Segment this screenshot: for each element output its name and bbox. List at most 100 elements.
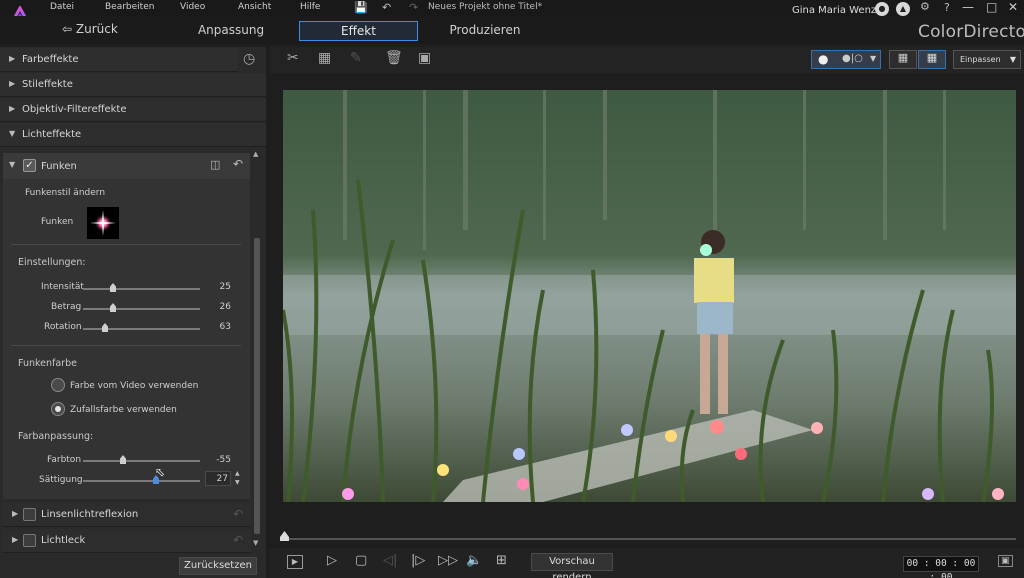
funken-effect-panel: ▼ ✓ Funken ◫ ↶ Funkenstil ändern Funken …: [3, 153, 250, 499]
tab-produzieren[interactable]: Produzieren: [444, 21, 526, 41]
category-objektiv-filtereffekte[interactable]: ▶ Objektiv-Filtereffekte: [0, 98, 266, 122]
radio-random-color[interactable]: [51, 402, 65, 416]
effect-help-icon[interactable]: ◫: [210, 158, 220, 171]
tab-effekt[interactable]: Effekt: [299, 21, 418, 41]
playhead-handle[interactable]: [280, 531, 289, 541]
preview-window-icon[interactable]: ▶: [287, 555, 303, 569]
undo-icon[interactable]: ↶: [382, 1, 391, 14]
slider-label-betrag: Betrag: [51, 302, 82, 312]
lichtleck-checkbox[interactable]: [23, 534, 36, 547]
stop-icon[interactable]: ▢: [355, 553, 367, 568]
spin-down-icon[interactable]: ▼: [235, 479, 240, 486]
crop-icon[interactable]: ▣: [418, 50, 431, 66]
style-label: Funken: [41, 217, 74, 227]
before-image-icon[interactable]: ▦: [889, 50, 917, 69]
play-icon[interactable]: ▷: [327, 553, 337, 568]
compare-view-toggle[interactable]: ● ●|○ ▼: [811, 50, 881, 69]
scissors-icon[interactable]: ✂: [287, 50, 299, 66]
expand-arrow-icon: ▶: [12, 509, 19, 518]
misty-lake: [283, 275, 1016, 335]
after-image-icon[interactable]: ▦: [918, 50, 946, 69]
timeline-track[interactable]: [282, 538, 1016, 540]
collapse-arrow-icon: ▼: [9, 129, 16, 138]
brand-name: ColorDirector: [918, 22, 1024, 42]
divider: [11, 244, 241, 245]
style-title: Funkenstil ändern: [25, 188, 106, 198]
single-view-icon[interactable]: ●: [818, 52, 828, 66]
linsenlichtreflexion-checkbox[interactable]: [23, 508, 36, 521]
trash-icon[interactable]: 🗑: [385, 50, 403, 66]
category-farbeffekte[interactable]: ▶ Farbeffekte: [0, 48, 238, 72]
display-mode-icon[interactable]: ▣: [998, 555, 1013, 567]
category-stileffekte[interactable]: ▶ Stileffekte: [0, 73, 266, 97]
intensitaet-slider-thumb[interactable]: [110, 283, 116, 292]
account-icon[interactable]: ●: [875, 2, 889, 16]
intensitaet-value: 25: [219, 282, 231, 292]
settings-gear-icon[interactable]: ⚙: [920, 0, 930, 13]
rotation-slider-thumb[interactable]: [102, 323, 108, 332]
app-window: Datei Bearbeiten Video Ansicht Hilfe 💾 ↶…: [0, 0, 1024, 578]
effect-lichtleck[interactable]: ▶ Lichtleck ↶: [3, 529, 251, 553]
reset-button[interactable]: Zurücksetzen: [179, 557, 257, 575]
scroll-up-icon[interactable]: ▲: [253, 150, 258, 158]
split-icon[interactable]: ▦: [318, 50, 331, 66]
effect-reset-icon[interactable]: ↶: [233, 507, 243, 521]
back-button[interactable]: ⇦ Zurück: [62, 22, 118, 36]
saettigung-slider[interactable]: [83, 480, 200, 482]
radio-video-color[interactable]: [51, 378, 65, 392]
farbton-slider[interactable]: [83, 460, 200, 462]
view-dropdown-icon[interactable]: ▼: [870, 54, 876, 63]
timecode-display: 00 : 00 : 00 : 00: [903, 556, 979, 578]
project-title: Neues Projekt ohne Titel*: [428, 2, 543, 12]
menu-ansicht[interactable]: Ansicht: [238, 2, 271, 12]
scroll-down-icon[interactable]: ▼: [253, 539, 258, 547]
previous-frame-icon[interactable]: ◁|: [383, 553, 397, 568]
collapse-arrow-icon[interactable]: ▼: [9, 160, 15, 169]
funken-header: ▼ ✓ Funken ◫ ↶: [3, 153, 250, 179]
expand-arrow-icon: ▶: [9, 79, 16, 88]
minimize-icon[interactable]: —: [962, 0, 974, 14]
radio-random-color-label: Zufallsfarbe verwenden: [70, 405, 177, 415]
fast-forward-icon[interactable]: ▷▷: [438, 553, 458, 568]
menu-video[interactable]: Video: [180, 2, 205, 12]
intensitaet-slider[interactable]: [83, 288, 200, 290]
saettigung-value: 27: [216, 474, 228, 484]
farbton-slider-thumb[interactable]: [120, 455, 126, 464]
maximize-icon[interactable]: □: [986, 0, 997, 14]
betrag-slider[interactable]: [83, 308, 200, 310]
category-lichteffekte[interactable]: ▼ Lichteffekte: [0, 123, 266, 147]
brush-icon[interactable]: ✎: [350, 50, 362, 66]
tab-anpassung[interactable]: Anpassung: [190, 21, 272, 41]
menu-bearbeiten[interactable]: Bearbeiten: [105, 2, 154, 12]
zoom-fit-select[interactable]: Einpassen ▼: [953, 50, 1021, 69]
effect-reset-icon[interactable]: ↶: [233, 533, 243, 547]
next-frame-icon[interactable]: |▷: [411, 553, 425, 568]
video-preview[interactable]: [283, 90, 1016, 502]
funken-checkbox[interactable]: ✓: [23, 159, 36, 172]
effect-linsenlichtreflexion[interactable]: ▶ Linsenlichtreflexion ↶: [3, 503, 251, 527]
settings-title: Einstellungen:: [18, 257, 86, 268]
effect-reset-icon[interactable]: ↶: [233, 157, 243, 171]
grid-icon[interactable]: ⊞: [496, 553, 507, 568]
spark-style-preview[interactable]: [87, 207, 119, 239]
expand-arrow-icon: ▶: [9, 104, 16, 113]
save-icon[interactable]: 💾: [354, 1, 368, 14]
split-view-icon[interactable]: ●|○: [842, 53, 863, 64]
user-name[interactable]: Gina Maria Wenz: [792, 5, 876, 16]
mouse-cursor-icon: ⬁: [155, 465, 166, 479]
redo-icon[interactable]: ↷: [409, 1, 418, 14]
close-icon[interactable]: ✕: [1008, 0, 1018, 14]
history-icon[interactable]: ◷: [243, 51, 255, 67]
slider-label-farbton: Farbton: [47, 455, 82, 465]
menu-datei[interactable]: Datei: [50, 2, 74, 12]
render-preview-button[interactable]: Vorschau rendern: [531, 553, 613, 578]
spin-up-icon[interactable]: ▲: [235, 470, 240, 477]
volume-icon[interactable]: 🔈: [466, 553, 482, 568]
notification-icon[interactable]: ▲: [896, 2, 910, 16]
menu-hilfe[interactable]: Hilfe: [300, 2, 320, 12]
scroll-thumb[interactable]: [254, 238, 260, 534]
betrag-slider-thumb[interactable]: [110, 303, 116, 312]
rotation-slider[interactable]: [83, 328, 200, 330]
spark-color-title: Funkenfarbe: [18, 358, 77, 369]
help-icon[interactable]: ?: [944, 1, 950, 14]
